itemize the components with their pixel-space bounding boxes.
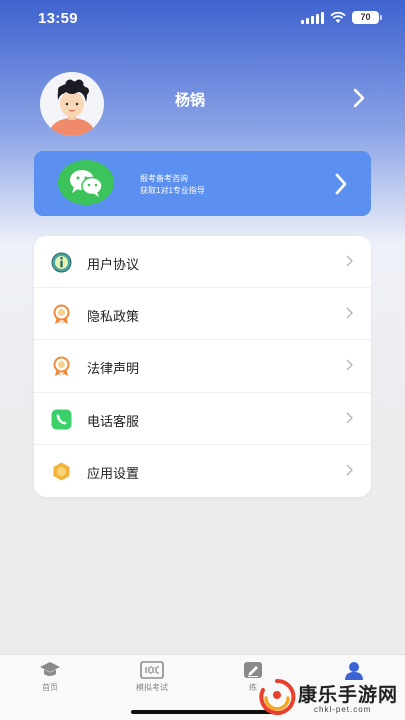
wechat-icon	[58, 160, 114, 205]
privacy-medal-icon	[53, 304, 70, 325]
consultation-banner[interactable]: 报考备考咨询 获取1对1专业指导	[34, 151, 371, 216]
wifi-icon	[330, 11, 346, 23]
exam-100-icon	[140, 661, 164, 679]
banner-subtitle: 获取1对1专业指导	[140, 186, 205, 195]
menu-item-privacy-policy[interactable]: 隐私政策	[34, 288, 371, 341]
watermark-subtitle: chkl-pet.com	[314, 705, 372, 714]
chevron-right-icon	[346, 307, 353, 319]
legal-medal-icon	[53, 356, 70, 377]
tab-home[interactable]: 首页	[10, 661, 90, 693]
status-bar: 13:59 70	[0, 0, 405, 40]
watermark-logo-icon	[259, 678, 296, 715]
tab-mock-exam[interactable]: 模拟考试	[112, 661, 192, 693]
status-icons: 70	[301, 11, 382, 24]
chevron-right-icon	[346, 255, 353, 267]
avatar[interactable]	[40, 72, 104, 136]
banner-title: 报考备考咨询	[140, 174, 188, 183]
status-time: 13:59	[38, 10, 78, 27]
chevron-right-icon	[335, 173, 347, 195]
watermark-title: 康乐手游网	[298, 684, 399, 706]
graduation-cap-icon	[40, 662, 60, 676]
avatar-illustration	[50, 79, 94, 136]
profile-name[interactable]: 杨锅	[175, 89, 205, 110]
cellular-signal-icon	[301, 11, 324, 24]
chevron-right-icon	[346, 412, 353, 424]
menu-item-user-agreement[interactable]: 用户协议	[34, 236, 371, 289]
battery-indicator: 70	[352, 11, 382, 24]
menu-item-phone-service[interactable]: 电话客服	[34, 393, 371, 445]
tab-label: 首页	[42, 683, 58, 692]
watermark: 康乐手游网 chkl-pet.com	[258, 676, 405, 720]
settings-menu: 用户协议 隐私政策 法律声明 电话客服 应用设置	[34, 236, 371, 497]
menu-item-label: 法律声明	[87, 361, 140, 377]
chevron-right-icon	[346, 359, 353, 371]
user-agreement-icon	[51, 252, 72, 273]
menu-item-label: 隐私政策	[87, 309, 140, 325]
menu-item-label: 电话客服	[87, 413, 140, 429]
home-indicator	[131, 710, 273, 714]
tab-label: 模拟考试	[136, 683, 168, 692]
menu-item-label: 应用设置	[87, 465, 140, 481]
menu-item-app-settings[interactable]: 应用设置	[34, 445, 371, 497]
settings-hex-icon	[53, 462, 70, 481]
chevron-right-icon	[346, 464, 353, 476]
phone-icon	[51, 409, 72, 430]
menu-item-legal-statement[interactable]: 法律声明	[34, 340, 371, 393]
chevron-right-icon[interactable]	[352, 88, 366, 108]
menu-item-label: 用户协议	[87, 257, 140, 272]
